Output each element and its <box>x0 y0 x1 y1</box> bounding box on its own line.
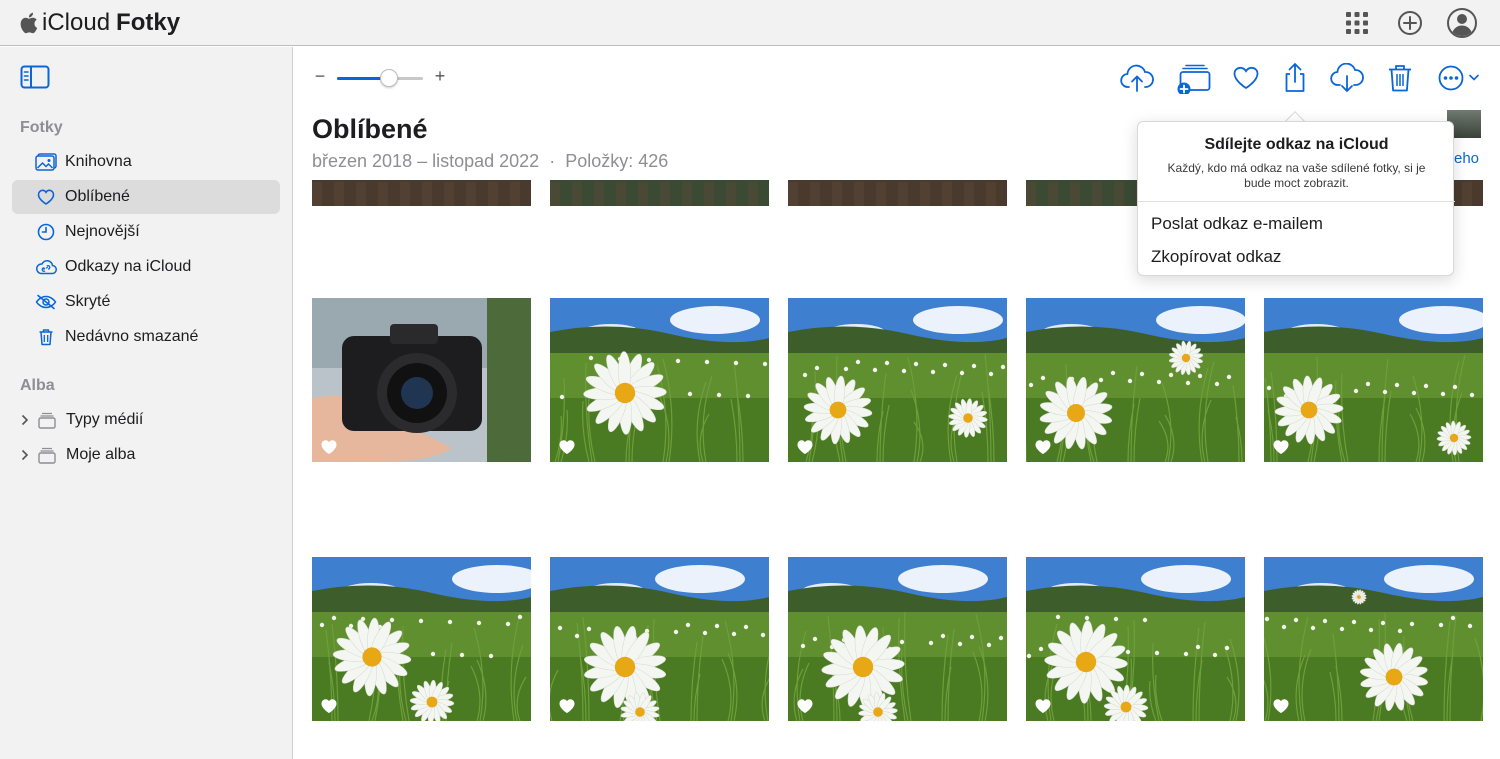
photo-thumbnail[interactable] <box>550 180 769 206</box>
send-link-email-item[interactable]: Poslat odkaz e-mailem <box>1151 214 1441 234</box>
section-photos-heading: Fotky <box>20 119 63 136</box>
apps-grid-icon[interactable] <box>1341 7 1373 39</box>
favorite-heart-icon <box>1273 699 1289 713</box>
photo-thumbnail[interactable] <box>312 298 531 462</box>
sidebar-item-library[interactable]: Knihovna <box>12 145 280 179</box>
photo-thumbnail[interactable] <box>312 557 531 721</box>
zoom-slider-knob[interactable] <box>379 69 398 87</box>
sidebar-album-label: Moje alba <box>66 446 136 463</box>
date-range: březen 2018 – listopad 2022 <box>312 151 540 171</box>
sidebar-item-label: Skryté <box>65 293 111 310</box>
add-to-album-icon[interactable] <box>1175 60 1211 96</box>
more-icon[interactable] <box>1434 60 1484 96</box>
sidebar-item-label: Oblíbené <box>65 188 130 205</box>
add-circle-icon[interactable] <box>1394 7 1426 39</box>
photo-thumbnail[interactable] <box>550 557 769 721</box>
account-icon[interactable] <box>1446 7 1478 39</box>
hidden-eye-icon <box>35 291 57 313</box>
favorite-heart-icon <box>1035 440 1051 454</box>
brand-app-name: Fotky <box>116 9 181 36</box>
delete-icon[interactable] <box>1382 60 1418 96</box>
sidebar-album-my-albums[interactable]: Moje alba <box>12 438 280 472</box>
sidebar-item-recent[interactable]: Nejnovější <box>12 215 280 249</box>
sidebar-album-label: Typy médií <box>66 411 144 428</box>
sidebar-item-recently-deleted[interactable]: Nedávno smazané <box>12 320 280 354</box>
favorite-heart-icon <box>559 699 575 713</box>
apple-logo-icon <box>20 12 38 34</box>
photo-thumbnail[interactable] <box>1264 557 1483 721</box>
sidebar-item-icloud-links[interactable]: Odkazy na iCloud <box>12 250 280 284</box>
album-stack-icon <box>36 409 58 431</box>
photo-thumbnail[interactable] <box>1026 298 1245 462</box>
page-title: Oblíbené <box>312 114 428 144</box>
popover-title: Sdílejte odkaz na iCloud <box>1204 136 1389 153</box>
chevron-right-icon[interactable] <box>18 414 32 426</box>
zoom-slider[interactable] <box>337 69 423 87</box>
download-icon[interactable] <box>1329 60 1365 96</box>
page-subtitle: březen 2018 – listopad 2022 · Položky: 426 <box>312 151 668 172</box>
top-bar: iCloud Fotky <box>0 0 1500 46</box>
sidebar-item-label: Knihovna <box>65 153 132 170</box>
upload-icon[interactable] <box>1119 60 1155 96</box>
item-count: Položky: 426 <box>565 151 669 171</box>
section-albums-heading: Alba <box>20 377 55 394</box>
favorite-icon[interactable] <box>1228 60 1264 96</box>
library-icon <box>35 151 57 173</box>
photo-thumbnail[interactable] <box>788 180 1007 206</box>
favorite-heart-icon <box>321 440 337 454</box>
zoom-control: − + <box>312 66 452 92</box>
trash-icon <box>35 326 57 348</box>
sidebar-item-hidden[interactable]: Skryté <box>12 285 280 319</box>
sidebar-item-label: Odkazy na iCloud <box>65 258 192 275</box>
partial-link[interactable]: eho <box>1454 150 1479 167</box>
favorite-heart-icon <box>559 440 575 454</box>
favorite-heart-icon <box>321 699 337 713</box>
brand-icloud: iCloud <box>42 9 111 36</box>
heart-icon <box>35 186 57 208</box>
favorite-heart-icon <box>797 440 813 454</box>
copy-link-item[interactable]: Zkopírovat odkaz <box>1151 247 1441 267</box>
photo-thumbnail[interactable] <box>312 180 531 206</box>
cloud-link-icon <box>35 256 57 278</box>
favorite-heart-icon <box>1273 440 1289 454</box>
popover-description: Každý, kdo má odkaz na vaše sdílené fotk… <box>1167 161 1426 190</box>
share-popover: Sdílejte odkaz na iCloud Každý, kdo má o… <box>1137 121 1455 276</box>
zoom-out-button[interactable]: − <box>312 66 328 87</box>
sidebar-toggle-icon[interactable] <box>20 65 52 91</box>
photo-thumbnail[interactable] <box>788 557 1007 721</box>
sidebar-item-label: Nedávno smazané <box>65 328 199 345</box>
chevron-right-icon[interactable] <box>18 449 32 461</box>
zoom-in-button[interactable]: + <box>432 66 448 87</box>
popover-divider <box>1138 201 1455 202</box>
favorite-heart-icon <box>797 699 813 713</box>
album-stack-icon <box>36 444 58 466</box>
sidebar: Fotky Knihovna Oblíbené Nejnovější Odkaz… <box>0 47 293 759</box>
photo-thumbnail[interactable] <box>550 298 769 462</box>
photo-thumbnail[interactable] <box>788 298 1007 462</box>
sidebar-item-label: Nejnovější <box>65 223 140 240</box>
sidebar-album-media-types[interactable]: Typy médií <box>12 403 280 437</box>
photo-thumbnail[interactable] <box>1264 298 1483 462</box>
clock-icon <box>35 221 57 243</box>
app-brand[interactable]: iCloud Fotky <box>18 8 180 38</box>
share-icon[interactable] <box>1277 60 1313 96</box>
sidebar-item-favorites[interactable]: Oblíbené <box>12 180 280 214</box>
photo-thumbnail[interactable] <box>1026 557 1245 721</box>
subtitle-separator: · <box>549 151 556 171</box>
favorite-heart-icon <box>1035 699 1051 713</box>
